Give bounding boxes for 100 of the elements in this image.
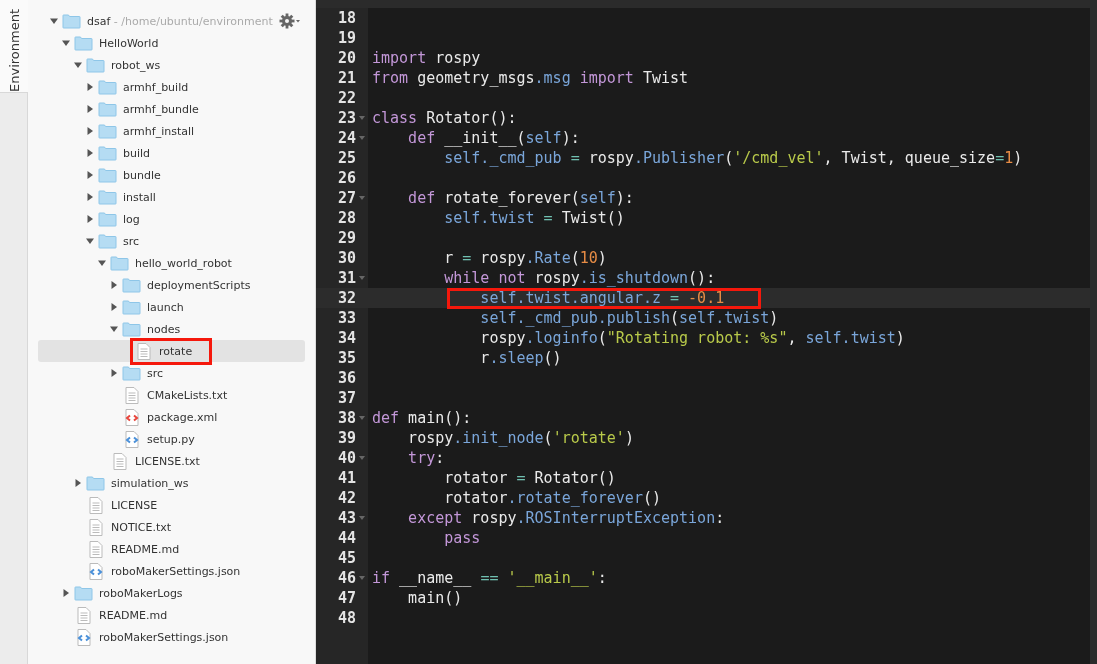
side-tab[interactable]: Environment [0, 0, 28, 93]
line-number: 48 [337, 609, 356, 627]
document-icon [89, 496, 103, 514]
folder-icon [98, 79, 117, 95]
fold-caret-icon[interactable] [359, 196, 365, 200]
line-number: 46 [337, 569, 356, 587]
folder-icon [74, 35, 93, 51]
tree-item[interactable]: install [38, 186, 305, 208]
caret-right-icon[interactable] [110, 369, 118, 377]
fold-caret-icon[interactable] [359, 116, 365, 120]
tree-item[interactable]: src [38, 230, 305, 252]
code-line: from geometry_msgs.msg import Twist [372, 69, 689, 87]
fold-caret-icon[interactable] [359, 276, 365, 280]
code-line: class Rotator(): [372, 109, 517, 127]
caret-right-icon[interactable] [86, 105, 94, 113]
folder-icon [122, 299, 141, 315]
tree-item[interactable]: roboMakerLogs [38, 582, 305, 604]
code-line: def __init__(self): [407, 129, 580, 147]
caret-down-icon[interactable] [50, 17, 58, 25]
tree-item[interactable]: src [38, 362, 305, 384]
tree-item[interactable]: armhf_install [38, 120, 305, 142]
code-line: rospy.init_node('rotate') [407, 429, 634, 447]
caret-down-icon[interactable] [74, 61, 82, 69]
caret-right-icon[interactable] [86, 83, 94, 91]
line-number: 37 [337, 389, 356, 407]
tree-item[interactable]: README.md [38, 538, 305, 560]
line-number: 29 [337, 229, 356, 247]
caret-right-icon[interactable] [86, 149, 94, 157]
caret-right-icon[interactable] [74, 479, 82, 487]
folder-icon [86, 57, 105, 73]
line-number: 20 [337, 49, 356, 67]
tree-item[interactable]: launch [38, 296, 305, 318]
caret-right-icon[interactable] [86, 171, 94, 179]
caret-right-icon[interactable] [110, 303, 118, 311]
code-line: rotator = Rotator() [443, 469, 616, 487]
tree-item[interactable]: armhf_bundle [38, 98, 305, 120]
caret-down-icon[interactable] [62, 39, 70, 47]
settings-icon[interactable] [279, 13, 301, 29]
fold-caret-icon[interactable] [359, 416, 365, 420]
caret-down-icon[interactable] [98, 259, 106, 267]
caret-down-icon[interactable] [110, 325, 118, 333]
line-number: 21 [337, 69, 356, 87]
tree-item[interactable]: CMakeLists.txt [38, 384, 305, 406]
code-file-icon [125, 430, 139, 448]
fold-caret-icon[interactable] [359, 576, 365, 580]
document-icon [113, 452, 127, 470]
tree-item[interactable]: roboMakerSettings.json [38, 626, 305, 648]
tree-item[interactable]: NOTICE.txt [38, 516, 305, 538]
code-line: try: [407, 449, 445, 467]
line-number: 35 [337, 349, 356, 367]
line-number: 36 [337, 369, 356, 387]
tree-item[interactable]: deploymentScripts [38, 274, 305, 296]
document-icon [77, 606, 91, 624]
tree-item[interactable]: simulation_ws [38, 472, 305, 494]
tree-item[interactable]: HelloWorld [38, 32, 305, 54]
caret-right-icon[interactable] [62, 589, 70, 597]
fold-caret-icon[interactable] [359, 456, 365, 460]
caret-right-icon[interactable] [86, 193, 94, 201]
tree-item[interactable]: armhf_build [38, 76, 305, 98]
tree-item[interactable]: roboMakerSettings.json [38, 560, 305, 582]
line-number: 25 [337, 149, 356, 167]
folder-icon [98, 189, 117, 205]
line-number: 45 [337, 549, 356, 567]
tree-item[interactable]: package.xml [38, 406, 305, 428]
line-number: 34 [337, 329, 356, 347]
tree-item[interactable]: LICENSE [38, 494, 305, 516]
caret-right-icon[interactable] [86, 127, 94, 135]
tree-item[interactable]: build [38, 142, 305, 164]
tree-item[interactable]: log [38, 208, 305, 230]
line-number: 44 [337, 529, 356, 547]
tree-item[interactable]: bundle [38, 164, 305, 186]
folder-icon [98, 167, 117, 183]
line-number: 40 [337, 449, 356, 467]
tree-item[interactable]: LICENSE.txt [38, 450, 305, 472]
code-line: pass [443, 529, 481, 547]
line-number: 28 [337, 209, 356, 227]
line-number: 33 [337, 309, 356, 327]
folder-icon [98, 101, 117, 117]
line-number: 30 [337, 249, 356, 267]
tree-item[interactable]: dsaf - /home/ubuntu/environment [38, 10, 305, 32]
tree-item[interactable]: setup.py [38, 428, 305, 450]
line-number: 19 [337, 29, 356, 47]
folder-icon [98, 145, 117, 161]
caret-right-icon[interactable] [86, 215, 94, 223]
fold-caret-icon[interactable] [359, 136, 365, 140]
caret-right-icon[interactable] [110, 281, 118, 289]
code-line: import rospy [372, 49, 481, 67]
folder-icon [122, 365, 141, 381]
line-number: 43 [337, 509, 356, 527]
line-number: 31 [337, 269, 356, 287]
fold-caret-icon[interactable] [359, 516, 365, 520]
tree-item[interactable]: README.md [38, 604, 305, 626]
caret-down-icon[interactable] [86, 237, 94, 245]
tree-item[interactable]: nodes [38, 318, 305, 340]
folder-icon [98, 233, 117, 249]
tree-item[interactable]: rotate [38, 340, 305, 362]
folder-icon [98, 211, 117, 227]
tree-item[interactable]: robot_ws [38, 54, 305, 76]
tree-item[interactable]: hello_world_robot [38, 252, 305, 274]
line-number: 32 [337, 289, 356, 307]
